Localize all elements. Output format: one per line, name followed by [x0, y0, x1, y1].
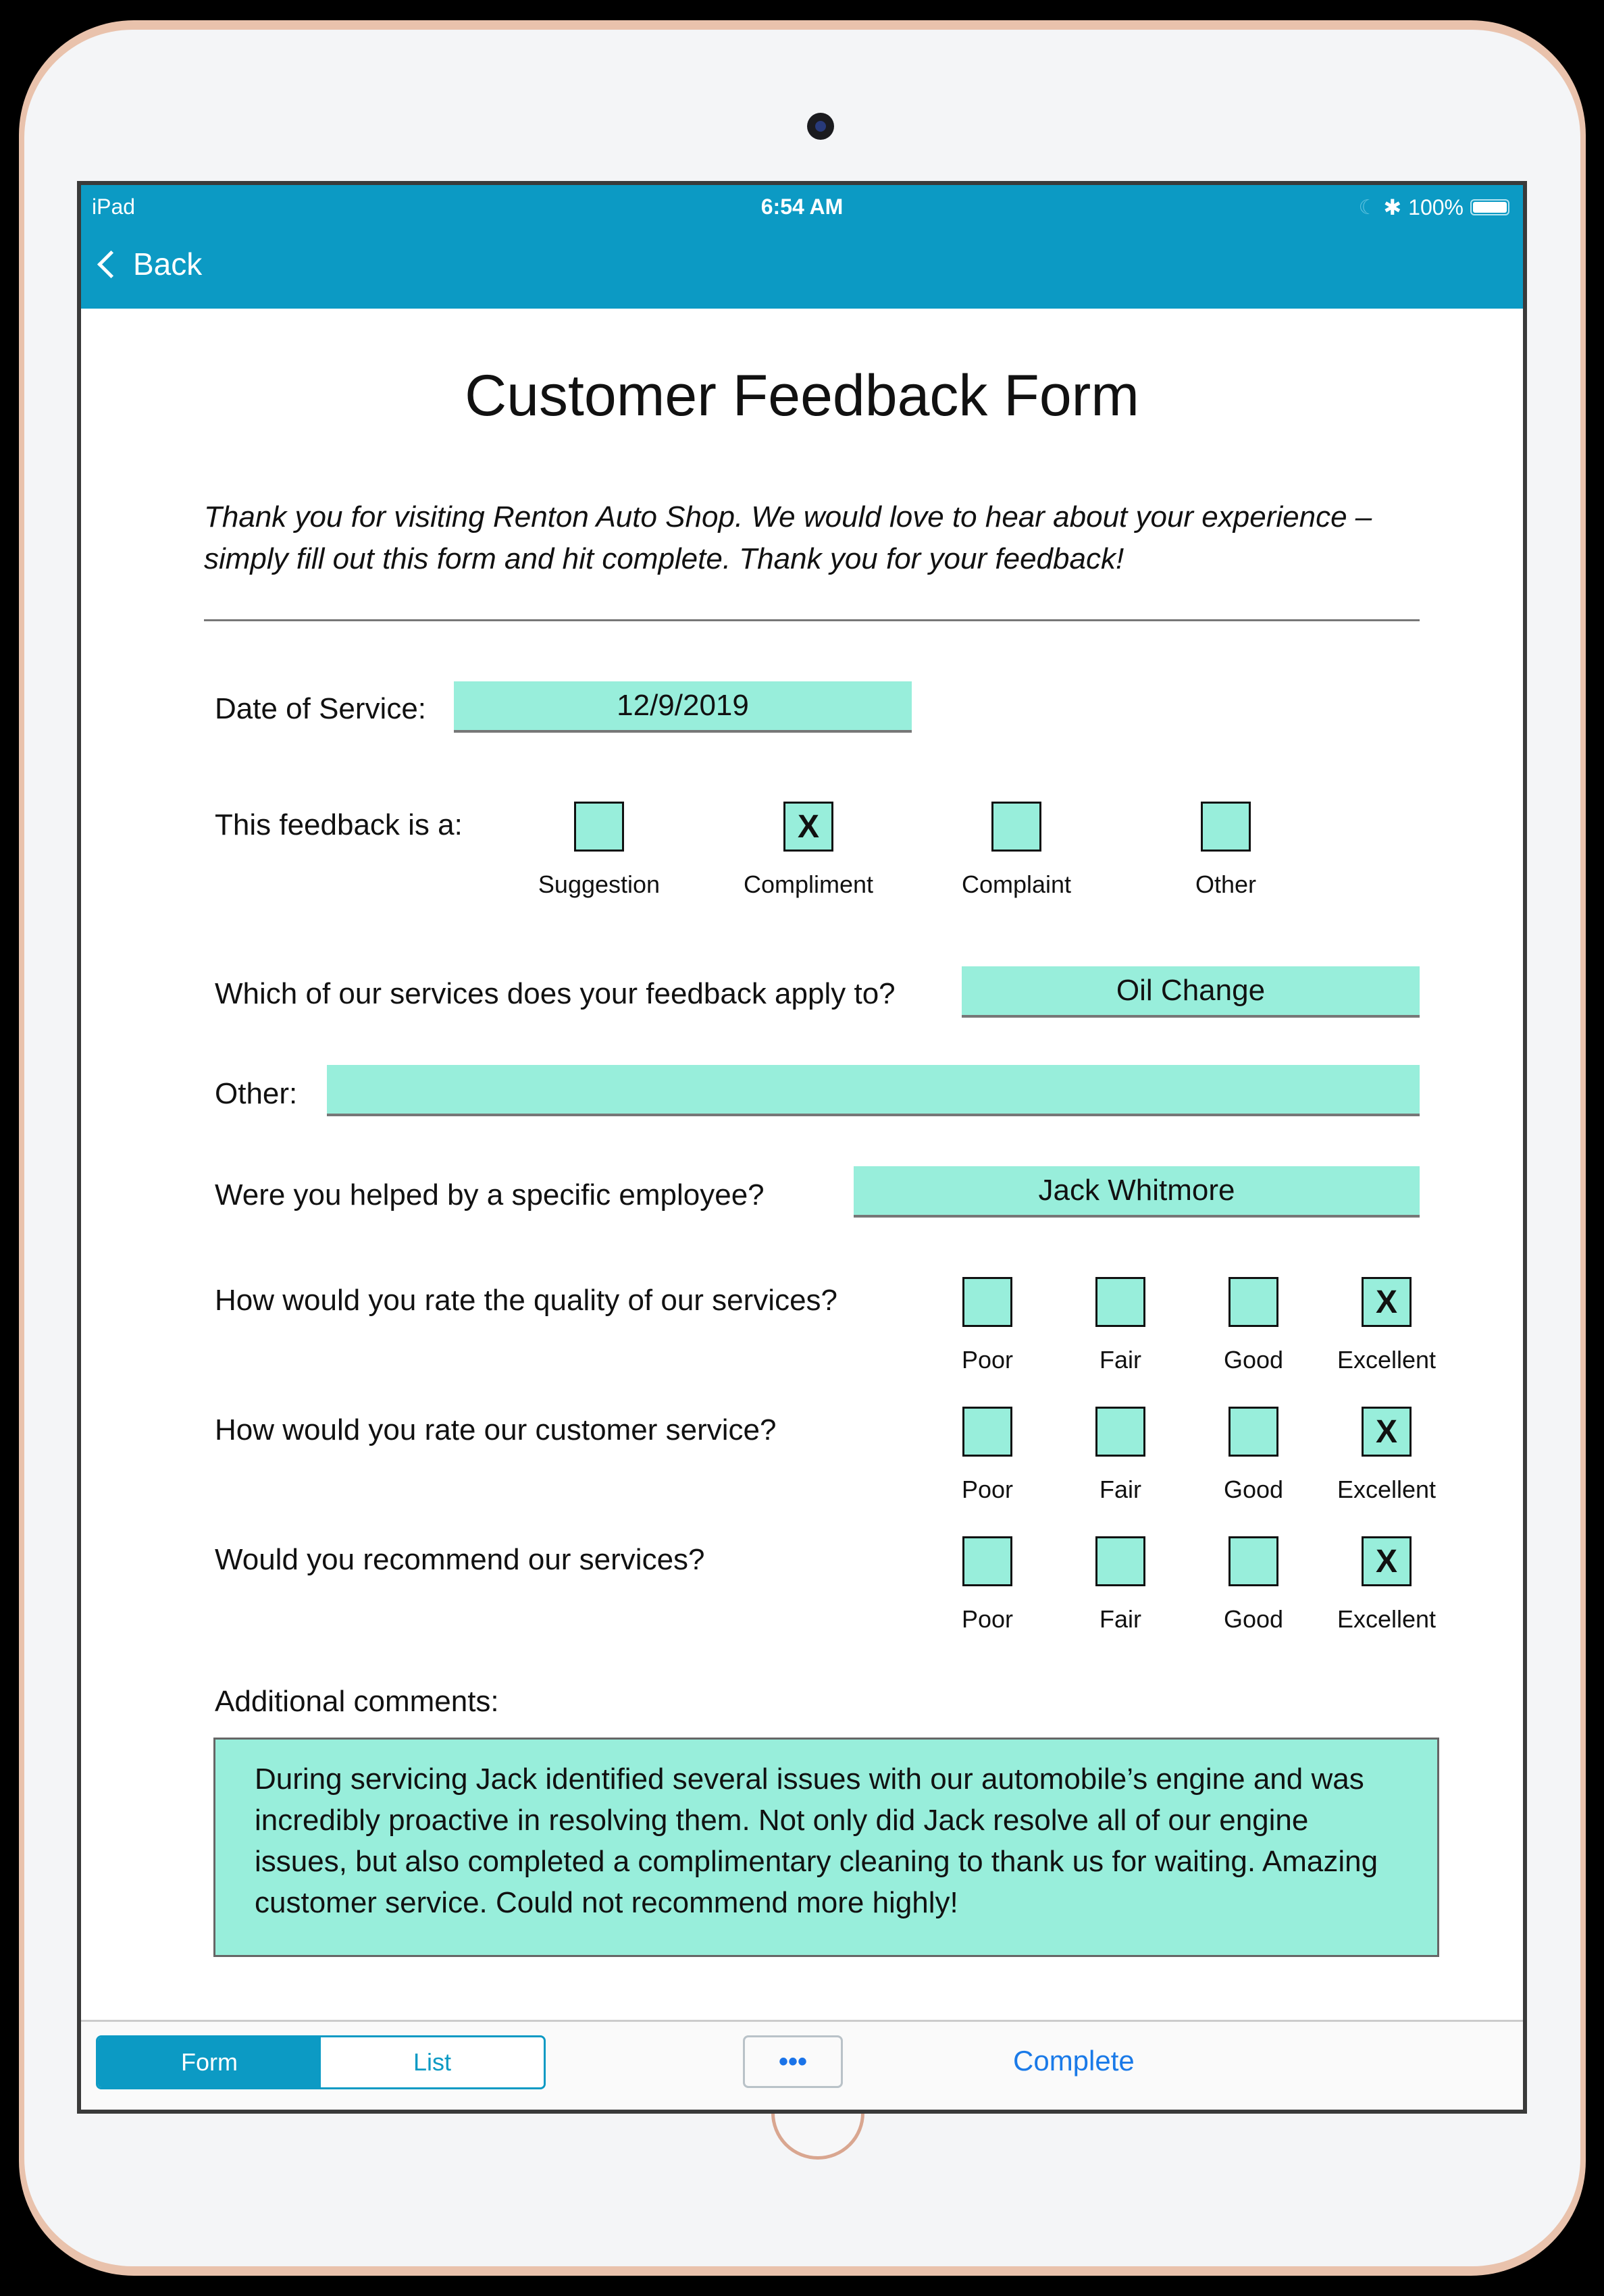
rating-label: Excellent [1337, 1476, 1437, 1503]
employee-field[interactable]: Jack Whitmore [854, 1166, 1420, 1218]
employee-label: Were you helped by a specific employee? [215, 1178, 765, 1211]
screen: iPad 6:54 AM ☾ ✱ 100% Back Customer Feed… [77, 181, 1527, 2114]
type-label: This feedback is a: [215, 808, 463, 841]
rating-question: How would you rate our customer service? [215, 1413, 777, 1446]
bluetooth-icon: ✱ [1383, 195, 1402, 219]
rating-label: Good [1223, 1346, 1284, 1374]
tab-form[interactable]: Form [98, 2037, 321, 2087]
date-label: Date of Service: [215, 692, 427, 725]
rating-good[interactable] [1228, 1407, 1278, 1457]
rating-label: Fair [1099, 1605, 1141, 1633]
rating-poor[interactable] [962, 1277, 1012, 1327]
other-label: Other: [215, 1077, 298, 1110]
checkbox-suggestion[interactable] [574, 802, 624, 852]
option-label: Complaint [961, 870, 1072, 898]
bottom-toolbar: Form List ••• Complete [81, 2020, 1523, 2110]
back-button[interactable]: Back [97, 246, 203, 282]
rating-question: How would you rate the quality of our se… [215, 1284, 838, 1317]
rating-label: Poor [961, 1605, 1014, 1633]
status-icons: ☾ ✱ 100% [1358, 194, 1509, 220]
rating-question: Would you recommend our services? [215, 1543, 705, 1576]
rating-label: Poor [961, 1476, 1014, 1503]
comments-label: Additional comments: [215, 1685, 499, 1718]
service-label: Which of our services does your feedback… [215, 977, 896, 1010]
rating-poor[interactable] [962, 1407, 1012, 1457]
rating-label: Excellent [1337, 1346, 1437, 1374]
clock: 6:54 AM [760, 194, 844, 219]
view-segmented-control: Form List [96, 2035, 546, 2089]
rating-good[interactable] [1228, 1536, 1278, 1586]
complete-button[interactable]: Complete [1013, 2045, 1135, 2077]
chevron-left-icon [97, 250, 126, 278]
form-content: Customer Feedback Form Thank you for vis… [81, 309, 1523, 2022]
battery-percent: 100% [1408, 194, 1464, 219]
service-field[interactable]: Oil Change [962, 966, 1420, 1018]
rating-excellent[interactable]: X [1362, 1277, 1412, 1327]
more-button[interactable]: ••• [743, 2035, 843, 2088]
date-field[interactable]: 12/9/2019 [454, 681, 912, 733]
checkbox-complaint[interactable] [991, 802, 1041, 852]
ellipsis-icon: ••• [778, 2046, 807, 2077]
page-title: Customer Feedback Form [465, 363, 1139, 428]
rating-label: Poor [961, 1346, 1014, 1374]
rating-label: Excellent [1337, 1605, 1437, 1633]
rating-fair[interactable] [1095, 1536, 1145, 1586]
tab-list[interactable]: List [321, 2037, 544, 2087]
intro-text: Thank you for visiting Renton Auto Shop.… [204, 500, 1372, 575]
nav-bar: iPad 6:54 AM ☾ ✱ 100% Back [81, 185, 1523, 309]
rating-label: Fair [1099, 1476, 1141, 1503]
rating-label: Good [1223, 1605, 1284, 1633]
option-label: Suggestion [538, 870, 661, 898]
checkbox-compliment[interactable]: X [783, 802, 833, 852]
comments-field[interactable]: During servicing Jack identified several… [213, 1738, 1439, 1957]
moon-icon: ☾ [1358, 196, 1377, 219]
option-label: Compliment [743, 870, 874, 898]
back-label: Back [133, 246, 203, 282]
camera [807, 113, 834, 140]
divider [204, 619, 1420, 621]
checkbox-other[interactable] [1201, 802, 1251, 852]
rating-fair[interactable] [1095, 1407, 1145, 1457]
rating-poor[interactable] [962, 1536, 1012, 1586]
rating-excellent[interactable]: X [1362, 1536, 1412, 1586]
rating-excellent[interactable]: X [1362, 1407, 1412, 1457]
battery-icon [1470, 199, 1509, 215]
other-field[interactable] [327, 1065, 1420, 1116]
rating-good[interactable] [1228, 1277, 1278, 1327]
rating-label: Fair [1099, 1346, 1141, 1374]
option-label: Other [1195, 870, 1257, 898]
rating-fair[interactable] [1095, 1277, 1145, 1327]
rating-label: Good [1223, 1476, 1284, 1503]
